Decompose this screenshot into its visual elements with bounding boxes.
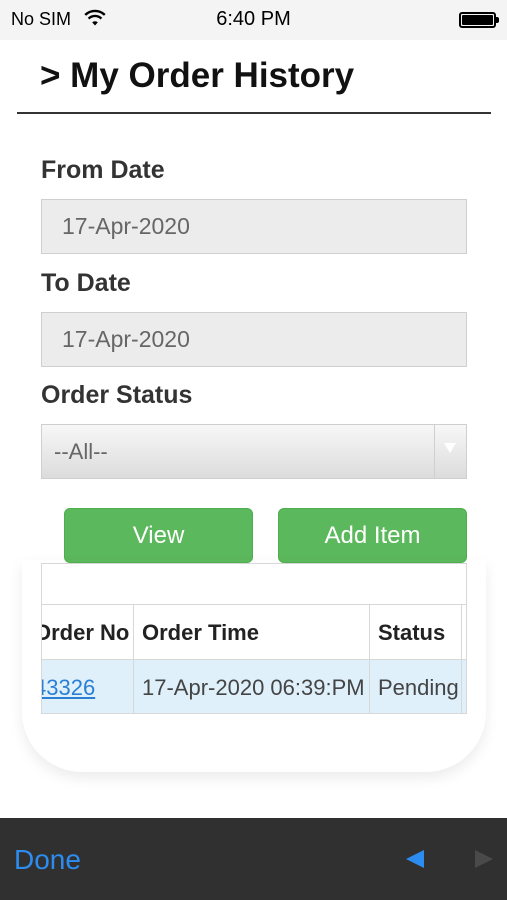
header-extra xyxy=(462,605,466,660)
status-bar: No SIM 6:40 PM xyxy=(0,0,507,40)
chevron-down-icon xyxy=(444,443,456,453)
header-order-no[interactable]: Order No xyxy=(42,605,134,660)
page-title: > My Order History xyxy=(40,56,355,95)
table-row[interactable]: 43326 17-Apr-2020 06:39:PM Pending xyxy=(42,660,466,713)
order-time-cell: 17-Apr-2020 06:39:PM xyxy=(134,660,370,713)
from-date-input[interactable]: 17-Apr-2020 xyxy=(41,199,467,254)
table-toolbar xyxy=(42,564,466,605)
order-status-select[interactable]: --All-- xyxy=(41,424,467,479)
view-button[interactable]: View xyxy=(64,508,253,563)
order-no-cell: 43326 xyxy=(42,660,134,713)
order-table[interactable]: Order No Order Time Status 43326 17-Apr-… xyxy=(41,563,467,714)
previous-arrow-icon[interactable] xyxy=(404,848,426,870)
order-status-value: --All-- xyxy=(54,439,108,464)
add-item-button[interactable]: Add Item xyxy=(278,508,467,563)
to-date-input[interactable]: 17-Apr-2020 xyxy=(41,312,467,367)
done-button[interactable]: Done xyxy=(14,844,81,876)
title-divider xyxy=(17,112,491,114)
keyboard-toolbar: Done xyxy=(0,818,507,900)
next-arrow-icon[interactable] xyxy=(473,848,495,870)
order-no-link[interactable]: 43326 xyxy=(42,675,95,700)
select-divider xyxy=(434,425,435,478)
battery-icon xyxy=(459,12,499,28)
status-time: 6:40 PM xyxy=(216,8,291,30)
from-date-label: From Date xyxy=(41,156,165,184)
order-status-label: Order Status xyxy=(41,381,193,409)
to-date-label: To Date xyxy=(41,269,131,297)
extra-cell xyxy=(462,660,466,713)
table-header-row: Order No Order Time Status xyxy=(42,605,466,660)
header-status[interactable]: Status xyxy=(370,605,462,660)
header-order-time[interactable]: Order Time xyxy=(134,605,370,660)
status-cell: Pending xyxy=(370,660,462,713)
